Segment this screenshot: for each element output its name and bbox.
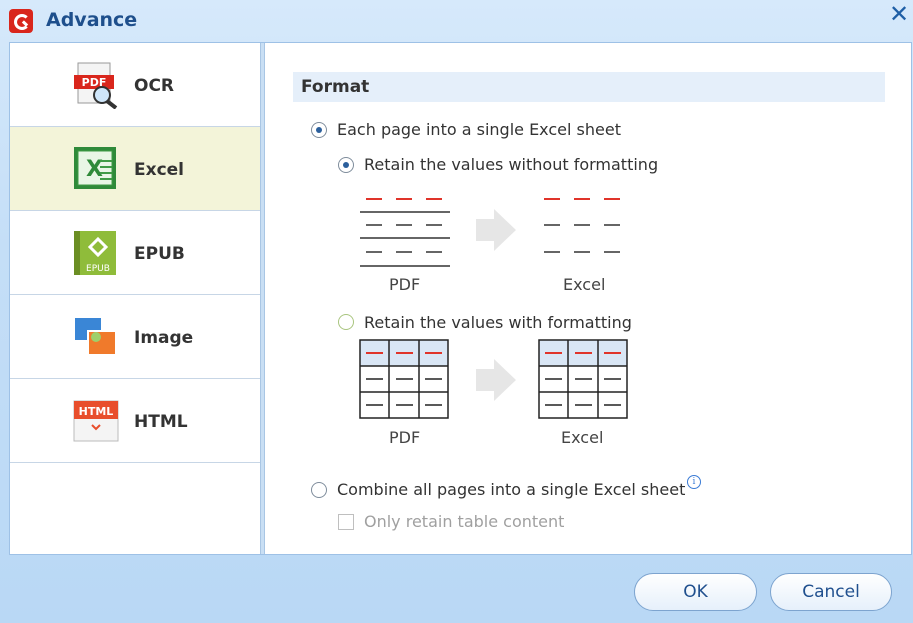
radio-combine-pages[interactable] xyxy=(311,482,327,498)
cancel-button[interactable]: Cancel xyxy=(770,573,892,611)
caption-excel-2: Excel xyxy=(561,428,604,447)
html-icon: HTML xyxy=(73,400,119,442)
format-header: Format xyxy=(293,72,885,102)
only-table-checkbox[interactable] xyxy=(338,514,354,530)
sidebar-item-epub[interactable]: EPUB EPUB xyxy=(10,211,260,295)
radio-without-formatting[interactable] xyxy=(338,157,354,173)
option-each-page-label: Each page into a single Excel sheet xyxy=(337,120,621,139)
epub-icon: EPUB xyxy=(74,231,116,275)
sidebar-item-ocr[interactable]: PDF OCR xyxy=(10,43,260,127)
radio-each-page[interactable] xyxy=(311,122,327,138)
ok-button[interactable]: OK xyxy=(634,573,757,611)
ocr-pdf-icon: PDF xyxy=(74,62,118,109)
excel-icon: X xyxy=(74,147,116,189)
image-icon xyxy=(73,316,117,356)
caption-pdf-1: PDF xyxy=(389,275,421,294)
caption-excel-1: Excel xyxy=(563,275,606,294)
sidebar-item-label: HTML xyxy=(134,412,188,432)
sidebar: PDF OCR X Excel EPUB EPUB Image HTML HTM… xyxy=(10,43,261,554)
option-without-formatting-label: Retain the values without formatting xyxy=(364,155,659,174)
without-formatting-illustration xyxy=(360,198,620,267)
option-combine-label: Combine all pages into a single Excel sh… xyxy=(337,480,686,499)
sidebar-item-label: OCR xyxy=(134,76,175,96)
close-icon[interactable]: ✕ xyxy=(886,2,912,28)
with-formatting-illustration xyxy=(359,339,628,419)
sidebar-item-excel[interactable]: X Excel xyxy=(10,127,260,211)
panel-splitter[interactable] xyxy=(260,43,265,554)
info-icon[interactable]: i xyxy=(687,475,701,489)
only-table-label: Only retain table content xyxy=(364,512,565,531)
format-title: Format xyxy=(301,77,370,97)
option-with-formatting-label: Retain the values with formatting xyxy=(364,313,632,332)
sidebar-item-html[interactable]: HTML HTML xyxy=(10,379,260,463)
window-title: Advance xyxy=(46,9,138,31)
app-logo-icon xyxy=(9,9,33,33)
sidebar-item-label: Excel xyxy=(134,160,185,180)
radio-with-formatting[interactable] xyxy=(338,314,354,330)
caption-pdf-2: PDF xyxy=(389,428,421,447)
sidebar-item-label: Image xyxy=(134,328,194,348)
html-icon-text: HTML xyxy=(79,405,114,418)
title-bar: Advance ✕ xyxy=(0,0,913,42)
sidebar-item-label: EPUB xyxy=(134,244,185,264)
sidebar-item-image[interactable]: Image xyxy=(10,295,260,379)
epub-icon-text: EPUB xyxy=(86,264,110,274)
